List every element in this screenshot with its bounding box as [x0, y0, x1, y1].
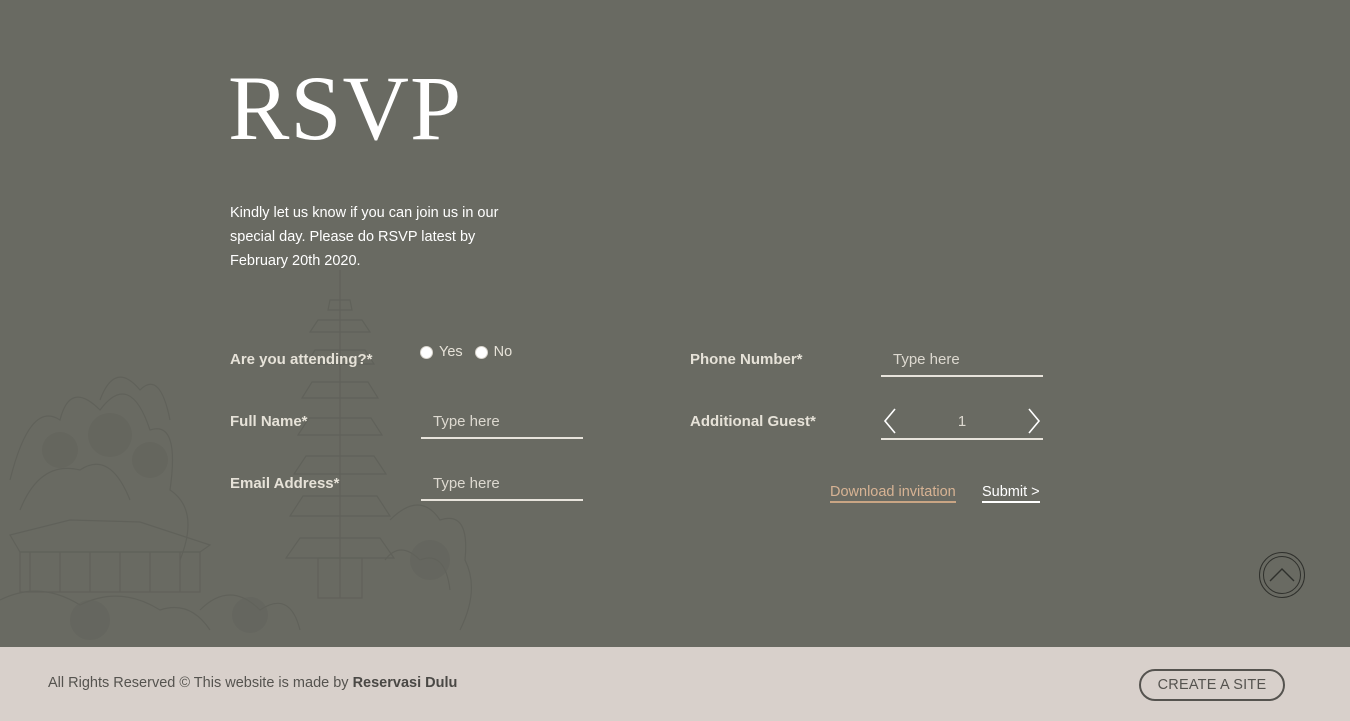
attending-no-label: No [493, 344, 513, 360]
attending-label: Are you attending?* [230, 351, 373, 368]
create-site-button[interactable]: CREATE A SITE [1139, 669, 1285, 701]
scroll-top-ring [1263, 556, 1301, 594]
chevron-right-icon[interactable] [1025, 407, 1043, 435]
full-name-label: Full Name* [230, 413, 308, 430]
chevron-up-icon [1269, 568, 1295, 582]
intro-text: Kindly let us know if you can join us in… [230, 205, 499, 269]
copyright-text: All Rights Reserved © This website is ma… [48, 675, 457, 691]
download-invitation-link[interactable]: Download invitation [830, 484, 956, 503]
guest-count-value: 1 [957, 412, 967, 430]
brand-link[interactable]: Reservasi Dulu [353, 675, 458, 691]
scroll-to-top-button[interactable] [1259, 552, 1305, 598]
attending-no-option[interactable]: No [474, 344, 513, 360]
attending-yes-label: Yes [439, 344, 463, 360]
chevron-left-icon[interactable] [881, 407, 899, 435]
pagoda-sketch-illustration [0, 270, 473, 640]
email-label: Email Address* [230, 475, 340, 492]
copyright-prefix: All Rights Reserved © This website is ma… [48, 675, 353, 691]
submit-button[interactable]: Submit > [982, 484, 1040, 503]
rsvp-section: RSVP Kindly let us know if you can join … [0, 0, 1350, 647]
guest-stepper: 1 [881, 404, 1043, 440]
phone-input[interactable] [881, 343, 1043, 377]
attending-yes-option[interactable]: Yes [420, 344, 463, 360]
full-name-input[interactable] [421, 405, 583, 439]
radio-yes-icon[interactable] [420, 345, 433, 359]
footer: All Rights Reserved © This website is ma… [0, 647, 1350, 721]
page-title: RSVP [228, 57, 463, 159]
attending-radio-group: Yes No [420, 344, 512, 360]
phone-label: Phone Number* [690, 351, 803, 368]
additional-guest-label: Additional Guest* [690, 413, 816, 430]
email-input[interactable] [421, 467, 583, 501]
radio-no-icon[interactable] [474, 345, 488, 359]
